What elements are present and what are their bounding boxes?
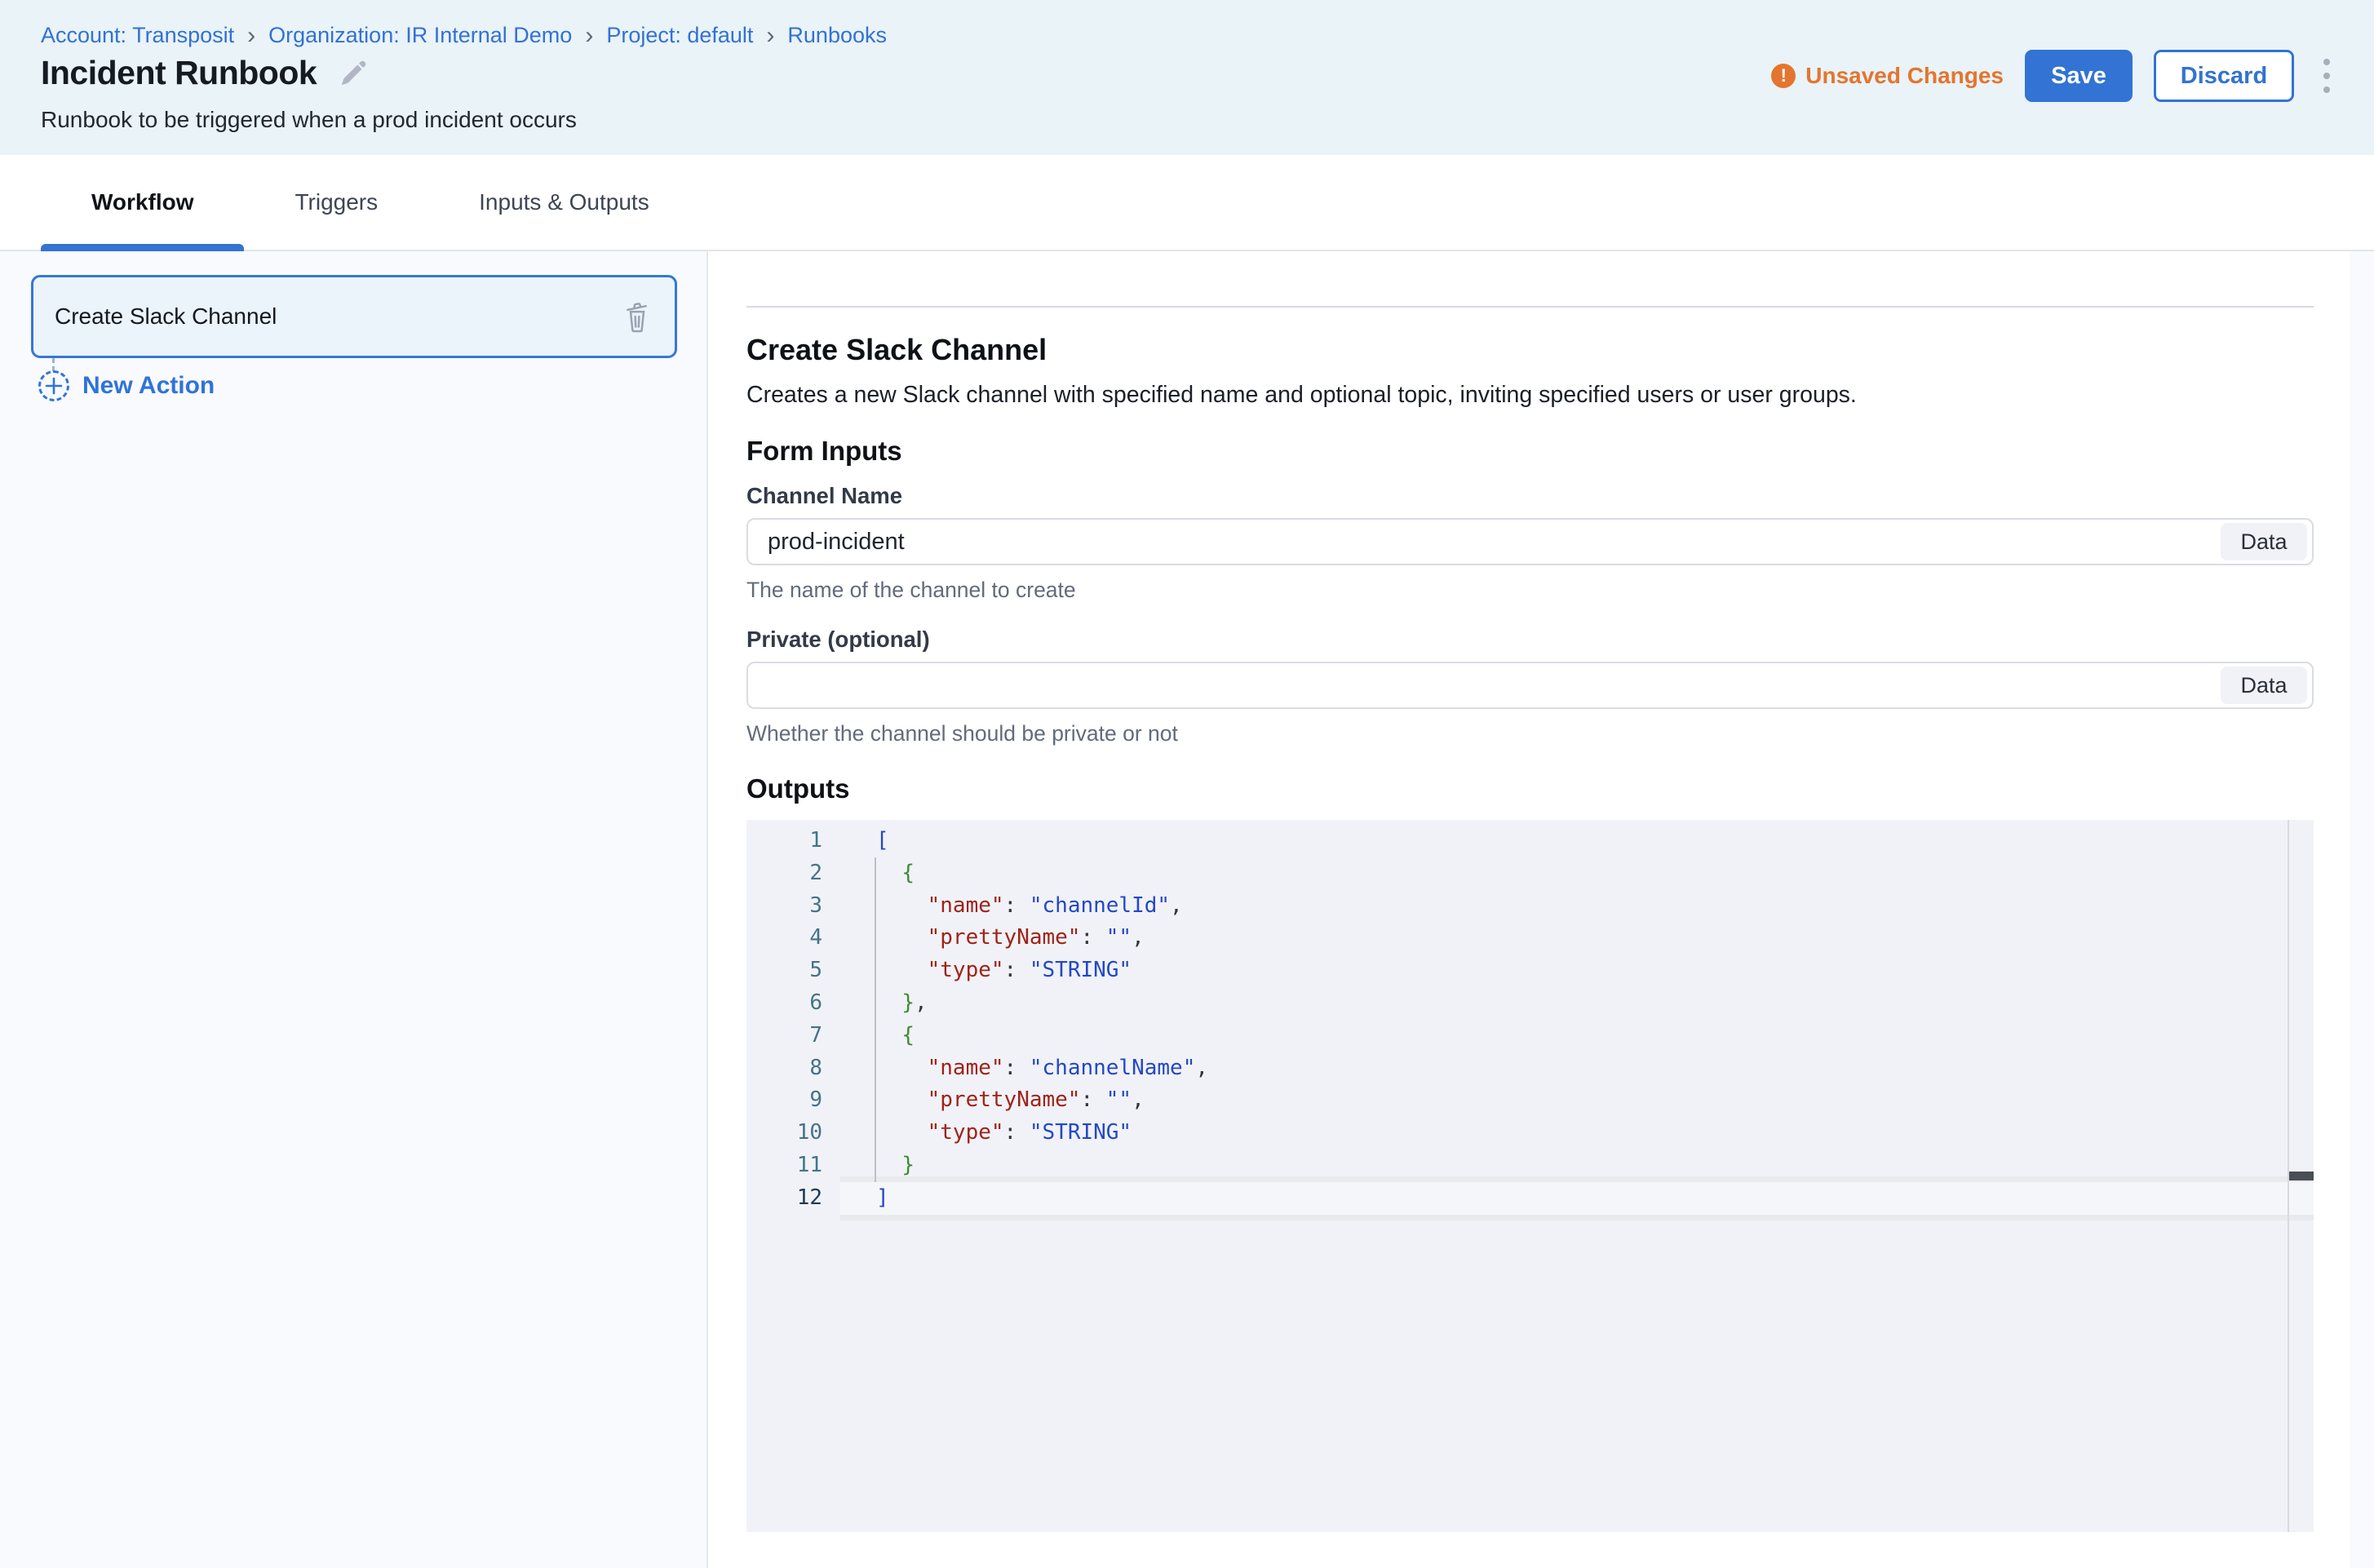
active-tab-underline (41, 244, 244, 251)
delete-action-trash-icon[interactable] (621, 299, 653, 334)
tab-label: Inputs & Outputs (479, 189, 649, 215)
tab-triggers[interactable]: Triggers (244, 155, 428, 250)
outputs-code-editor[interactable]: 1[2 {3 "name": "channelId",4 "prettyName… (746, 820, 2314, 1532)
tab-label: Workflow (91, 189, 193, 215)
action-detail-title: Create Slack Channel (746, 333, 2314, 367)
breadcrumb-separator-icon: › (247, 24, 255, 47)
title-row: Incident Runbook (41, 54, 369, 92)
line-number: 5 (746, 955, 822, 987)
line-number: 10 (746, 1117, 822, 1149)
header-actions: ! Unsaved Changes Save Discard (1771, 49, 2338, 103)
code-line-content: "name": "channelId", (822, 890, 1183, 923)
workflow-steps-sidebar: Create Slack Channel New Action (0, 251, 708, 1568)
more-options-kebab-icon[interactable] (2315, 50, 2338, 102)
code-line-content: "name": "channelName", (822, 1052, 1208, 1085)
code-line: 1[ (746, 825, 2314, 857)
breadcrumb: Account: Transposit › Organization: IR Int… (41, 23, 887, 48)
page-scrollbar-gutter (2350, 251, 2374, 1568)
code-line-content: } (822, 1149, 915, 1182)
code-line: 10 "type": "STRING" (746, 1117, 2314, 1149)
code-line: 2 { (746, 857, 2314, 890)
page-title: Incident Runbook (41, 54, 317, 92)
code-line-content: "prettyName": "", (822, 922, 1145, 955)
line-number: 11 (746, 1149, 822, 1182)
breadcrumb-separator-icon: › (766, 24, 774, 47)
unsaved-changes-label: Unsaved Changes (1805, 63, 2004, 89)
page-subtitle: Runbook to be triggered when a prod inci… (41, 107, 577, 133)
new-action-button[interactable]: New Action (38, 370, 215, 401)
code-line-content: { (822, 1020, 915, 1052)
warning-icon: ! (1771, 64, 1796, 88)
plus-icon (38, 370, 69, 401)
code-line-content: { (822, 857, 915, 890)
content-area: Create Slack Channel New Action Create S… (0, 251, 2374, 1568)
code-line-content: [ (822, 825, 889, 857)
action-detail-panel: Create Slack Channel Creates a new Slack… (708, 251, 2374, 1568)
unsaved-changes-badge: ! Unsaved Changes (1771, 63, 2004, 89)
channel-name-helper: The name of the channel to create (746, 578, 2314, 603)
editor-scrollbar-thumb[interactable] (2289, 1172, 2314, 1180)
line-number: 12 (746, 1182, 822, 1215)
save-button[interactable]: Save (2025, 50, 2133, 102)
channel-name-input-wrap: Data (746, 518, 2314, 565)
line-number: 3 (746, 890, 822, 923)
edit-title-icon[interactable] (338, 58, 369, 89)
channel-name-data-button[interactable]: Data (2221, 523, 2307, 560)
line-number: 6 (746, 987, 822, 1020)
line-number: 1 (746, 825, 822, 857)
private-label: Private (optional) (746, 627, 2314, 653)
step-connector-line (52, 358, 55, 371)
action-card-create-slack-channel[interactable]: Create Slack Channel (31, 275, 677, 358)
breadcrumb-link[interactable]: Project: default (606, 23, 753, 48)
discard-button[interactable]: Discard (2154, 50, 2294, 102)
line-number: 9 (746, 1084, 822, 1117)
code-line-content: "prettyName": "", (822, 1084, 1145, 1117)
private-data-button[interactable]: Data (2221, 667, 2307, 704)
action-card-label: Create Slack Channel (55, 303, 621, 330)
code-line: 9 "prettyName": "", (746, 1084, 2314, 1117)
line-number: 4 (746, 922, 822, 955)
code-line: 11 } (746, 1149, 2314, 1182)
private-helper: Whether the channel should be private or… (746, 721, 2314, 746)
private-input-wrap: Data (746, 662, 2314, 709)
channel-name-input[interactable] (746, 518, 2314, 565)
code-line: 4 "prettyName": "", (746, 922, 2314, 955)
tab-label: Triggers (295, 189, 378, 215)
breadcrumb-link[interactable]: Organization: IR Internal Demo (268, 23, 572, 48)
breadcrumb-link[interactable]: Account: Transposit (41, 23, 234, 48)
form-inputs-heading: Form Inputs (746, 436, 2314, 467)
code-line: 7 { (746, 1020, 2314, 1052)
code-line: 12] (746, 1182, 2314, 1215)
tab-bar: Workflow Triggers Inputs & Outputs (0, 155, 2374, 251)
line-number: 2 (746, 857, 822, 890)
breadcrumb-link[interactable]: Runbooks (787, 23, 887, 48)
outputs-heading: Outputs (746, 773, 2314, 804)
action-detail-description: Creates a new Slack channel with specifi… (746, 382, 2314, 409)
code-line: 8 "name": "channelName", (746, 1052, 2314, 1085)
code-line-content: "type": "STRING" (822, 1117, 1132, 1149)
private-input[interactable] (746, 662, 2314, 709)
tab-workflow[interactable]: Workflow (41, 155, 244, 250)
channel-name-label: Channel Name (746, 483, 2314, 509)
line-number: 7 (746, 1020, 822, 1052)
code-line: 6 }, (746, 987, 2314, 1020)
code-line: 3 "name": "channelId", (746, 890, 2314, 923)
new-action-label: New Action (82, 372, 215, 400)
page-header: Account: Transposit › Organization: IR Int… (0, 0, 2374, 155)
code-line-content: ] (822, 1182, 889, 1215)
code-line-content: "type": "STRING" (822, 955, 1132, 987)
tab-inputs-outputs[interactable]: Inputs & Outputs (428, 155, 700, 250)
breadcrumb-separator-icon: › (585, 24, 593, 47)
code-rows: 1[2 {3 "name": "channelId",4 "prettyName… (746, 820, 2314, 1215)
line-number: 8 (746, 1052, 822, 1085)
section-divider (746, 306, 2314, 308)
code-line-content: }, (822, 987, 928, 1020)
code-line: 5 "type": "STRING" (746, 955, 2314, 987)
